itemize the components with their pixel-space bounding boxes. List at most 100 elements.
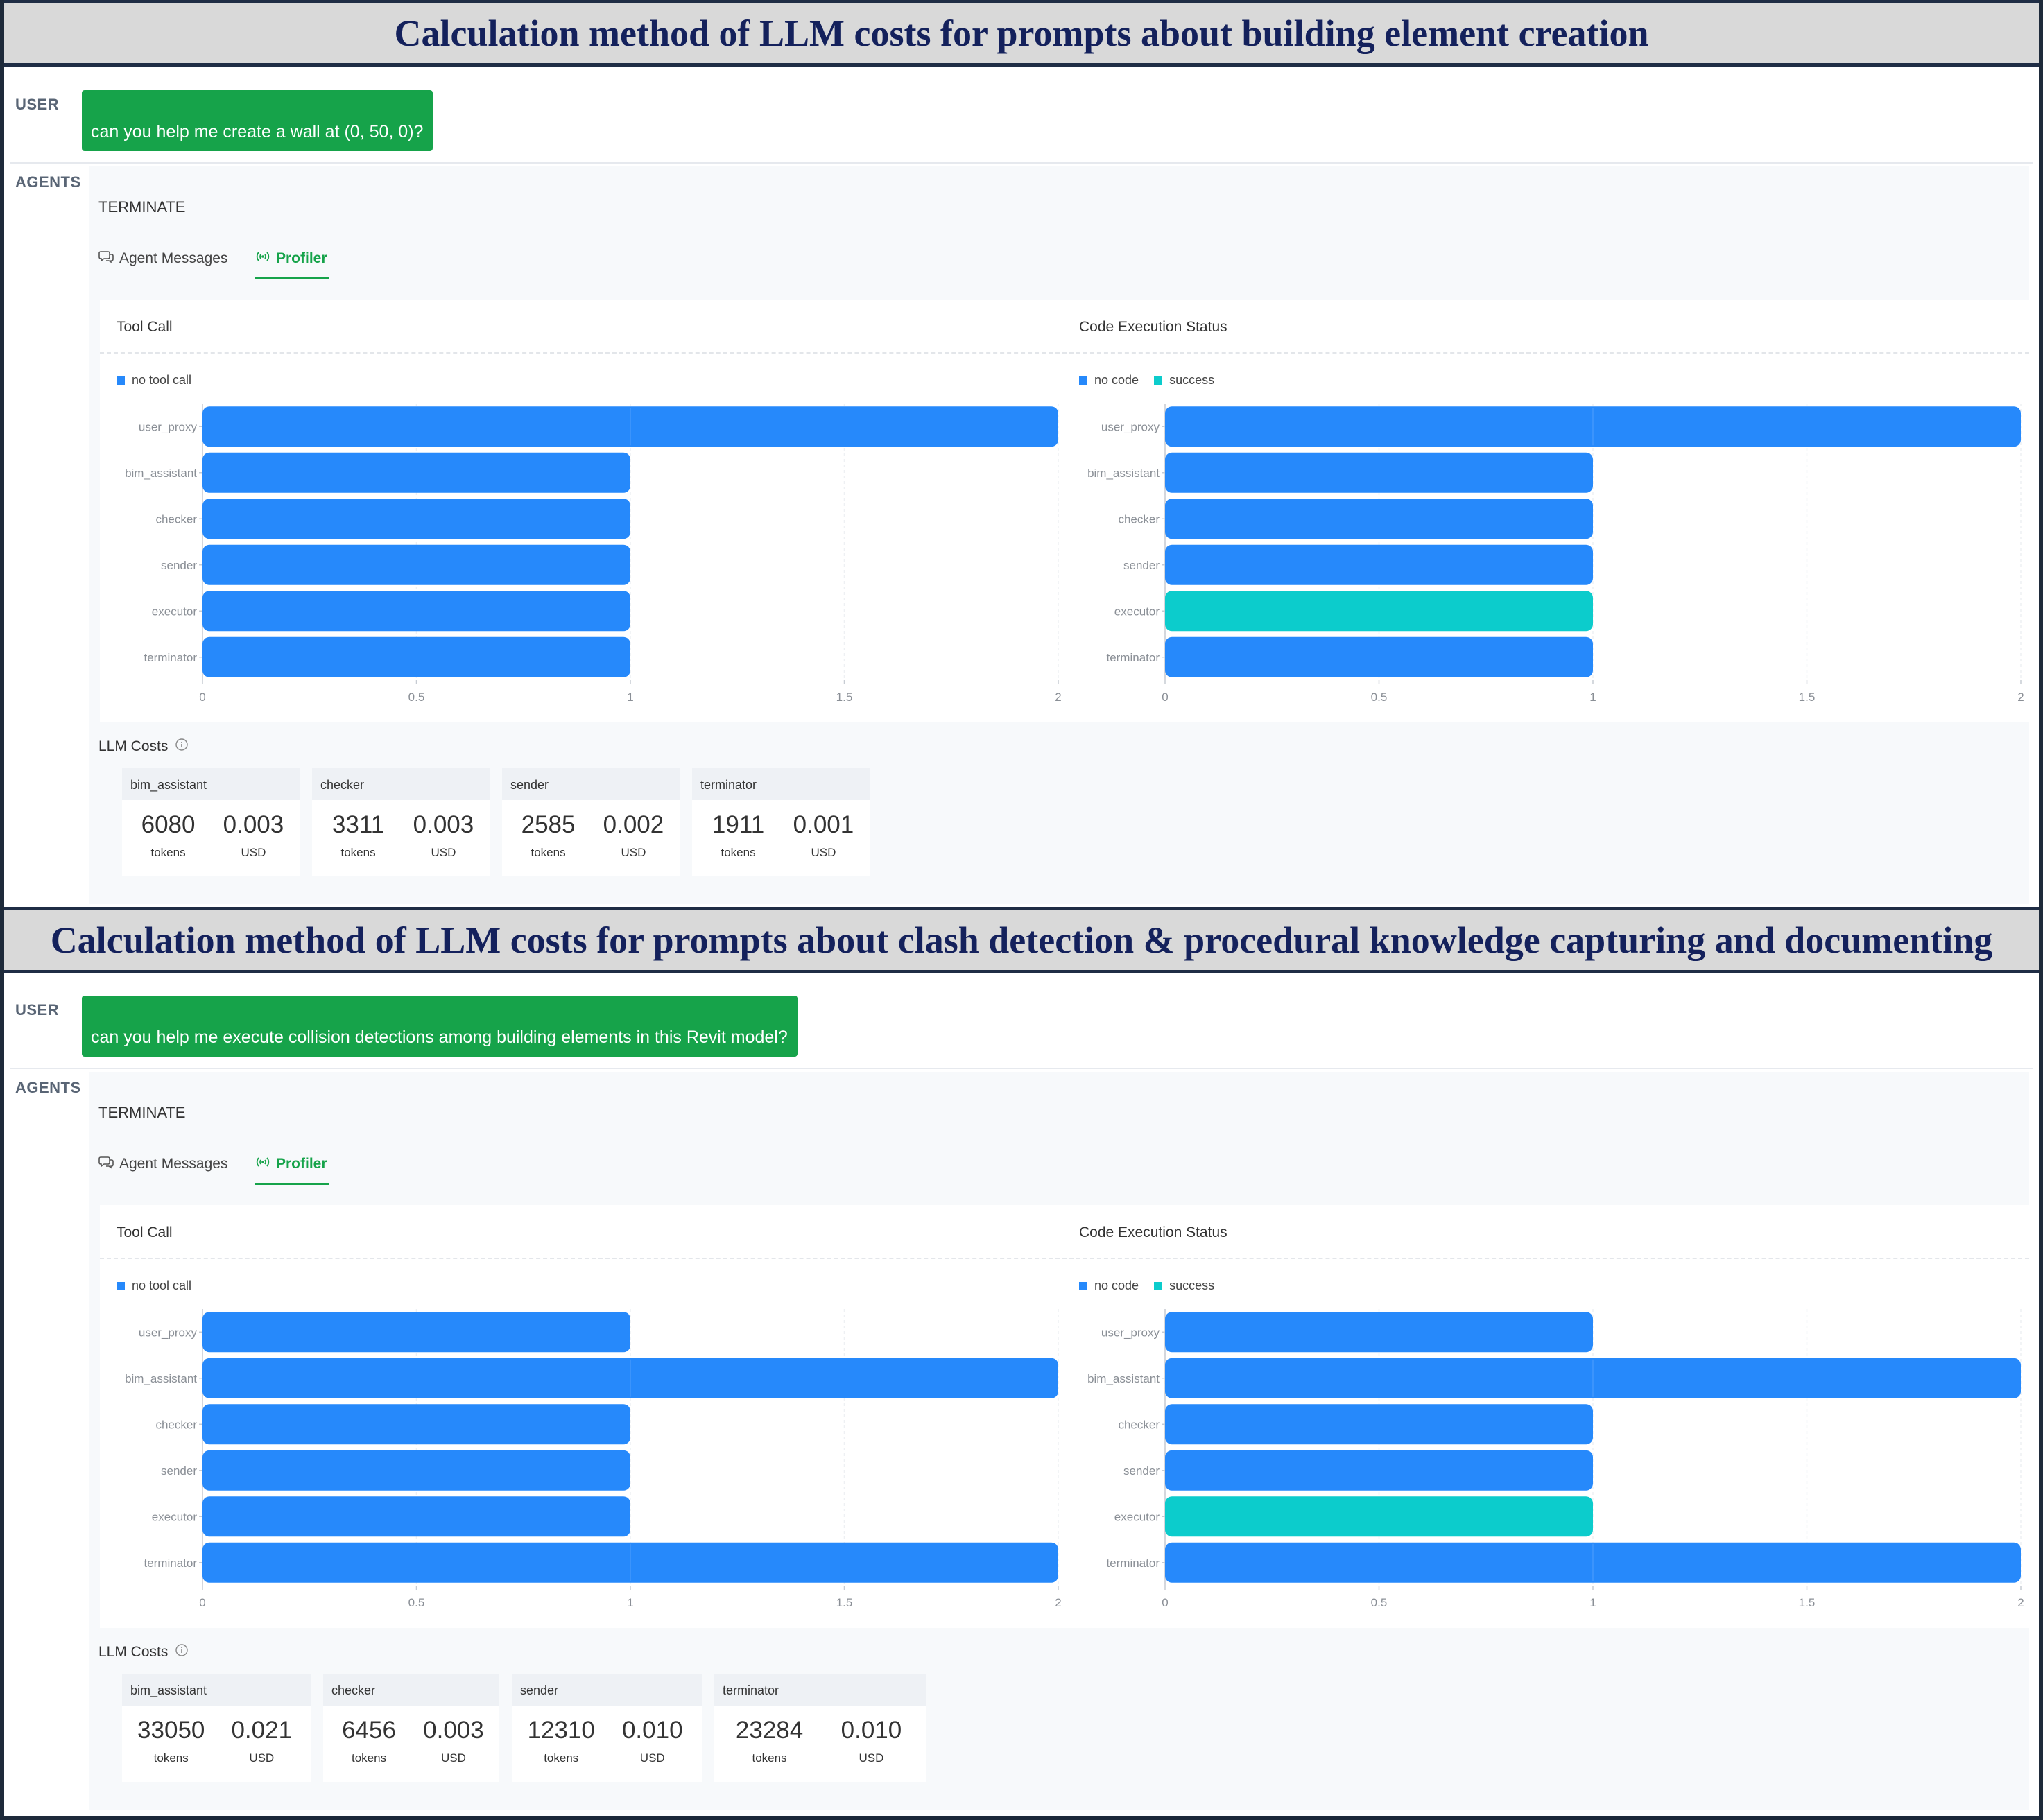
info-circle-icon[interactable] [175,738,189,756]
category-label: bim_assistant [125,1372,197,1385]
x-tick-label: 0 [1162,691,1168,704]
x-tick-label: 2 [1055,1596,1061,1609]
llm-costs-label: LLM Costs [98,738,189,756]
category-label: sender [1123,1464,1160,1477]
bar-executor-no-tool-call[interactable] [202,591,630,632]
token-count: 6080 [141,811,196,838]
cost-card-sender: sender 2585 0.002 tokens USD [502,768,680,876]
tab-profiler[interactable]: Profiler [255,1155,327,1173]
category-label: user_proxy [1101,420,1160,433]
category-label: sender [1123,559,1160,572]
usd-cost: 0.003 [423,1717,484,1744]
agents-label: AGENTS [15,173,81,191]
usd-unit: USD [811,846,836,859]
usd-unit: USD [859,1751,884,1765]
tokens-unit: tokens [150,846,186,859]
bar-checker-no-code[interactable] [1165,499,1593,539]
bar-user_proxy-no-code[interactable] [1165,1312,1593,1353]
tab-profiler[interactable]: Profiler [255,250,327,268]
bar-chart-svg: user_proxy bim_assistantchecker sender exec… [125,404,1062,704]
category-label: executor [152,1510,198,1523]
tokens-unit: tokens [340,846,376,859]
tokens-unit: tokens [351,1751,387,1765]
bar-bim_assistant-no-tool-call[interactable] [202,452,630,493]
category-label: user_proxy [139,1326,198,1339]
figure-root: Calculation method of LLM costs for prom… [0,0,2043,1820]
usd-unit: USD [249,1751,275,1765]
bar-sender-no-code[interactable] [1165,1450,1593,1491]
usd-cost: 0.002 [603,811,664,838]
x-tick-label: 2 [2017,691,2024,704]
category-label: checker [1118,512,1160,526]
agent-status: TERMINATE [98,1104,186,1121]
x-tick-label: 0 [199,1596,205,1609]
usd-unit: USD [621,846,646,859]
llm-costs-title: LLM Costs [98,738,169,754]
category-label: sender [161,559,197,572]
user-message: can you help me create a wall at (0, 50,… [82,90,433,151]
tab-agent-messages[interactable]: Agent Messages [98,1155,227,1173]
bar-checker-no-tool-call[interactable] [202,1404,630,1445]
tool-call-chart: Tool Call no tool call user_proxy bim_assis… [100,1205,1067,1628]
cost-card-bim_assistant: bim_assistant 6080 0.003 tokens USD [122,768,300,876]
bar-executor-success[interactable] [1165,1496,1593,1537]
panel-title: Calculation method of LLM costs for prom… [4,0,2039,67]
code-execution-chart: Code Execution Status no code success user_… [1062,1205,2029,1628]
category-label: bim_assistant [1087,467,1160,480]
token-count: 6456 [342,1717,396,1744]
bar-checker-no-tool-call[interactable] [202,499,630,539]
category-label: user_proxy [1101,1326,1160,1339]
bar-chart-svg: user_proxy bim_assistantchecker sender exec… [1087,1309,2024,1609]
cost-card-agent: checker [312,768,490,800]
bar-bim_assistant-no-code[interactable] [1165,452,1593,493]
token-count: 1911 [712,811,765,838]
info-circle-icon[interactable] [175,1643,189,1661]
tab-label: Agent Messages [119,250,228,266]
bar-checker-no-code[interactable] [1165,1404,1593,1445]
usd-unit: USD [639,1751,665,1765]
tokens-unit: tokens [752,1751,787,1765]
bar-sender-no-tool-call[interactable] [202,544,630,585]
cost-card-terminator: terminator 1911 0.001 tokens USD [692,768,870,876]
tokens-unit: tokens [544,1751,579,1765]
usd-cost: 0.003 [413,811,474,838]
cost-card-checker: checker 6456 0.003 tokens USD [323,1674,499,1782]
x-tick-label: 1 [1589,691,1596,704]
category-label: bim_assistant [125,467,197,480]
x-tick-label: 0.5 [1371,691,1388,704]
cost-card-agent: terminator [692,768,870,800]
x-tick-label: 1.5 [1799,691,1816,704]
usd-cost: 0.003 [223,811,284,838]
x-tick-label: 1.5 [1799,1596,1816,1609]
category-label: checker [155,512,197,526]
tab-agent-messages[interactable]: Agent Messages [98,250,227,268]
category-label: sender [161,1464,197,1477]
category-label: checker [155,1418,197,1431]
token-count: 23284 [735,1717,804,1744]
active-tab-indicator [255,277,329,279]
cost-card-agent: sender [502,768,680,800]
llm-costs-label: LLM Costs [98,1643,189,1661]
usd-cost: 0.001 [793,811,854,838]
usd-cost: 0.010 [621,1717,683,1744]
bar-sender-no-tool-call[interactable] [202,1450,630,1491]
panel-2: Calculation method of LLM costs for prom… [4,907,2039,1816]
cost-card-sender: sender 12310 0.010 tokens USD [512,1674,702,1782]
token-count: 3311 [331,811,385,838]
cost-card-agent: bim_assistant [122,768,300,800]
user-label: USER [15,1001,60,1019]
bar-executor-success[interactable] [1165,591,1593,632]
cost-card-checker: checker 3311 0.003 tokens USD [312,768,490,876]
bar-terminator-no-code[interactable] [1165,636,1593,677]
category-label: executor [1114,605,1160,618]
bar-user_proxy-no-tool-call[interactable] [202,1312,630,1353]
cost-card-agent: sender [512,1674,702,1706]
cost-card-bim_assistant: bim_assistant 33050 0.021 tokens USD [122,1674,311,1782]
x-tick-label: 1.5 [836,1596,853,1609]
bar-executor-no-tool-call[interactable] [202,1496,630,1537]
x-tick-label: 0 [1162,1596,1168,1609]
bar-terminator-no-tool-call[interactable] [202,636,630,677]
category-label: executor [152,605,198,618]
bar-sender-no-code[interactable] [1165,544,1593,585]
signal-icon [255,1155,270,1173]
